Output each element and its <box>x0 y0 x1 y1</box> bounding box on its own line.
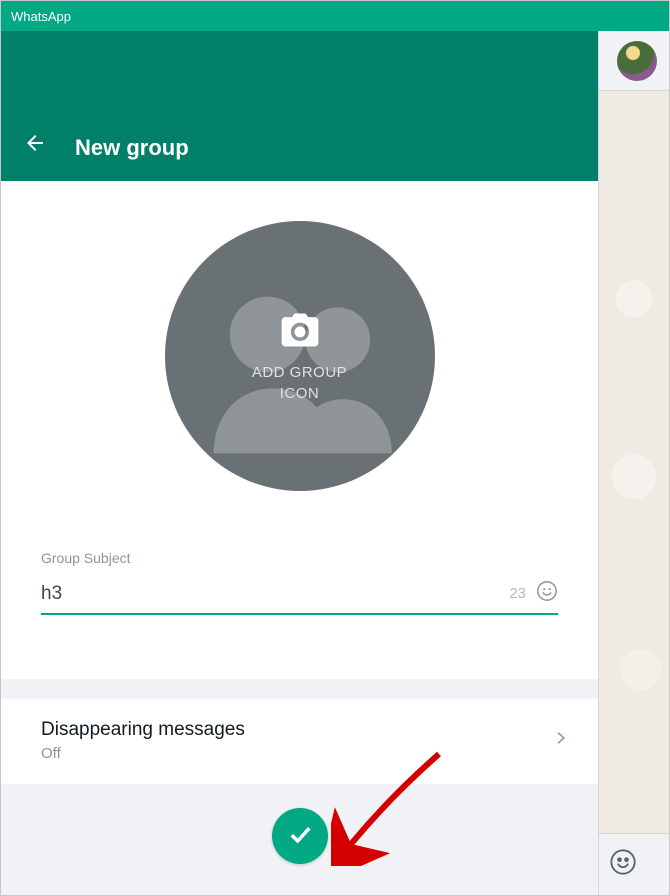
chat-header <box>599 31 669 91</box>
chat-input-bar <box>599 833 669 895</box>
camera-icon <box>278 308 322 357</box>
char-remaining: 23 <box>509 585 526 602</box>
titlebar: WhatsApp <box>1 1 669 31</box>
main-area: New group <box>1 31 669 895</box>
contact-avatar[interactable] <box>617 41 657 81</box>
back-button[interactable] <box>21 131 49 159</box>
titlebar-title: WhatsApp <box>11 9 71 24</box>
arrow-left-icon <box>23 131 47 160</box>
group-icon-section: ADD GROUP ICON <box>1 181 598 541</box>
chat-wallpaper <box>599 91 669 833</box>
bottom-bar <box>1 784 598 878</box>
panel-title: New group <box>75 135 189 161</box>
new-group-panel: New group <box>1 31 599 895</box>
group-icon-picker[interactable]: ADD GROUP ICON <box>165 221 435 491</box>
group-subject-section: Group Subject 23 <box>1 540 598 679</box>
chat-emoji-button[interactable] <box>609 848 637 881</box>
emoji-picker-button[interactable] <box>536 580 558 607</box>
disappearing-title: Disappearing messages <box>41 719 552 741</box>
group-subject-label: Group Subject <box>41 550 558 566</box>
group-subject-row: 23 <box>41 580 558 615</box>
confirm-create-group-button[interactable] <box>272 808 328 864</box>
group-subject-input[interactable] <box>41 583 499 605</box>
group-icon-picker-label: ADD GROUP ICON <box>252 363 347 404</box>
chevron-right-icon <box>552 729 570 752</box>
checkmark-icon <box>286 820 314 853</box>
panel-header: New group <box>1 31 598 181</box>
divider <box>1 679 598 699</box>
chat-background-strip <box>599 31 669 895</box>
disappearing-messages-row[interactable]: Disappearing messages Off <box>1 699 598 784</box>
disappearing-value: Off <box>41 745 552 762</box>
app-window: WhatsApp New group <box>0 0 670 896</box>
